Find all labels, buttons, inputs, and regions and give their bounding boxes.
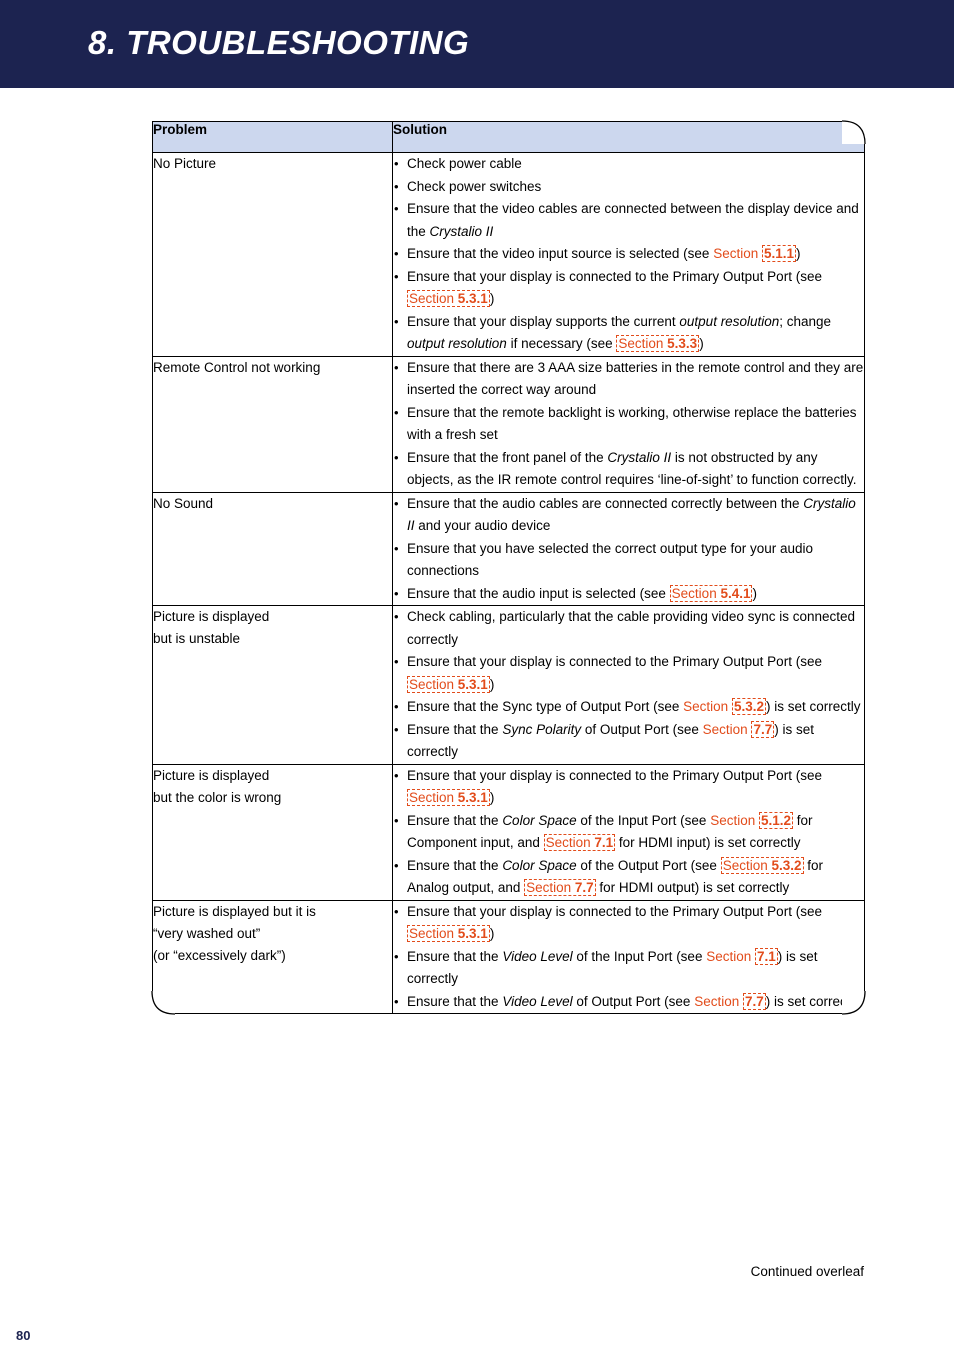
problem-cell: No Sound [152, 491, 393, 606]
table-header-row: Problem Solution [152, 121, 865, 153]
list-item: Ensure that the Color Space of the Outpu… [393, 855, 864, 900]
list-item: Ensure that the Video Level of Output Po… [393, 991, 864, 1014]
page-number: 80 [16, 1328, 31, 1343]
list-item: Ensure that your display is connected to… [393, 901, 864, 946]
list-item: Ensure that the front panel of the Cryst… [393, 447, 864, 492]
problem-cell: Picture is displayed but the color is wro… [152, 763, 393, 901]
section-reference[interactable]: 7.7 [751, 720, 775, 738]
page-header-bar: 8. TROUBLESHOOTING [0, 0, 954, 88]
table-row: Remote Control not working Ensure that t… [152, 355, 865, 493]
list-item: Ensure that your display supports the cu… [393, 311, 864, 356]
list-item: Ensure that there are 3 AAA size batteri… [393, 357, 864, 402]
section-reference[interactable]: Section [706, 949, 751, 964]
solution-cell: Ensure that your display is connected to… [392, 899, 865, 1014]
section-reference[interactable]: Section [683, 699, 728, 714]
solution-cell: Ensure that the audio cables are connect… [392, 491, 865, 606]
section-reference[interactable]: Section [713, 246, 758, 261]
section-reference[interactable]: Section 5.3.1 [407, 290, 490, 307]
problem-cell: Picture is displayed but it is “very wash… [152, 899, 393, 1014]
list-item: Ensure that the video cables are connect… [393, 198, 864, 243]
section-reference[interactable]: Section 5.3.1 [407, 675, 490, 693]
solution-cell: Check cabling, particularly that the cab… [392, 605, 865, 765]
list-item: Ensure that the audio cables are connect… [393, 493, 864, 538]
section-reference[interactable]: Section 5.3.2 [720, 856, 804, 874]
column-header-problem: Problem [152, 121, 393, 153]
problem-cell: No Picture [152, 152, 393, 357]
list-item: Ensure that the Video Level of the Input… [393, 946, 864, 991]
table-row: Picture is displayed but it is “very wash… [152, 899, 865, 1014]
continued-note: Continued overleaf [750, 1264, 864, 1279]
solution-cell: Ensure that there are 3 AAA size batteri… [392, 355, 865, 493]
table-row: No Picture Check power cable Check power… [152, 152, 865, 357]
solution-cell: Ensure that your display is connected to… [392, 763, 865, 901]
section-reference[interactable]: Section [710, 813, 755, 828]
section-reference[interactable]: Section 7.7 [524, 879, 596, 896]
section-reference[interactable]: Section 7.1 [543, 834, 616, 851]
list-item: Check power cable [393, 153, 864, 176]
list-item: Check power switches [393, 176, 864, 199]
list-item: Ensure that your display is connected to… [393, 266, 864, 311]
list-item: Ensure that the Sync type of Output Port… [393, 696, 864, 719]
section-reference[interactable]: Section 5.3.3 [616, 335, 700, 352]
section-reference[interactable]: Section [694, 994, 739, 1009]
list-item: Ensure that the video input source is se… [393, 243, 864, 266]
problem-cell: Remote Control not working [152, 355, 393, 493]
list-item: Ensure that your display is connected to… [393, 651, 864, 696]
section-reference[interactable]: 5.1.2 [758, 811, 794, 829]
section-reference[interactable]: Section 5.3.1 [407, 789, 490, 806]
section-reference[interactable]: 7.7 [742, 992, 766, 1010]
list-item: Ensure that the Color Space of the Input… [393, 810, 864, 855]
page-title: 8. TROUBLESHOOTING [88, 24, 470, 61]
table-row: Picture is displayedbut is unstable Chec… [152, 605, 865, 765]
troubleshooting-table: Problem Solution No Picture Check power … [152, 121, 865, 1014]
section-reference[interactable]: 5.1.1 [761, 245, 797, 262]
section-reference[interactable]: 7.1 [755, 947, 778, 965]
list-item: Ensure that you have selected the correc… [393, 538, 864, 583]
list-item: Ensure that the audio input is selected … [393, 583, 864, 606]
solution-cell: Check power cable Check power switches E… [392, 152, 865, 357]
list-item: Ensure that your display is connected to… [393, 765, 864, 810]
list-item: Ensure that the Sync Polarity of Output … [393, 719, 864, 764]
column-header-solution: Solution [392, 121, 865, 153]
section-reference[interactable]: Section [703, 722, 748, 737]
problem-cell: Picture is displayed but is unstable [152, 605, 393, 765]
section-reference[interactable]: Section 5.4.1 [669, 584, 753, 602]
section-reference[interactable]: 5.3.2 [731, 698, 766, 715]
list-item: Ensure that the remote backlight is work… [393, 402, 864, 447]
section-reference[interactable]: Section 5.3.1 [407, 925, 490, 942]
list-item: Check cabling, particularly that the cab… [393, 606, 864, 651]
table-row: Picture is displayed but the color is wro… [152, 763, 865, 901]
table-row: No Sound Ensure that the audio cables ar… [152, 491, 865, 606]
